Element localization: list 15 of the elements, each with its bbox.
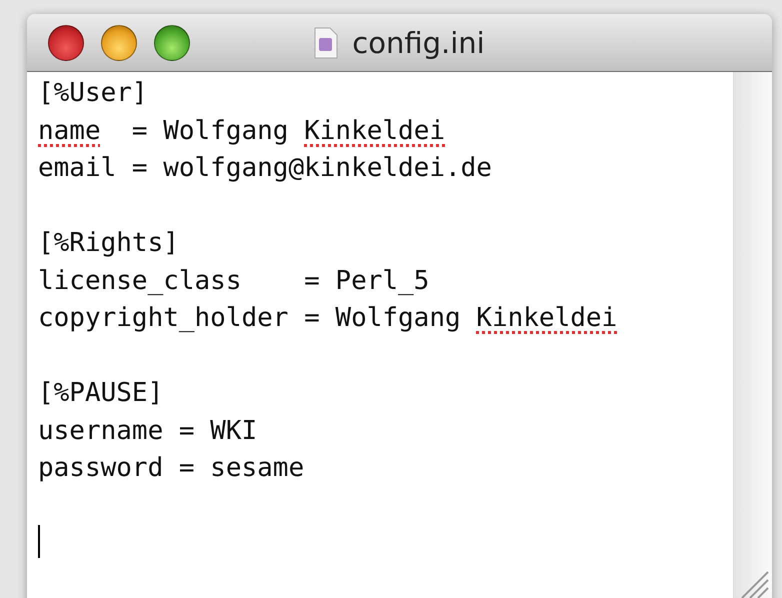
text-line: username = WKI [38, 414, 258, 448]
text-line: copyright_holder = Wolfgang Kinkeldei [38, 302, 618, 335]
text-line: email = wolfgang@kinkeldei.de [38, 152, 492, 185]
window-title: config.ini [352, 26, 485, 60]
close-button[interactable] [48, 25, 84, 61]
text-line: [%Rights] [38, 227, 179, 260]
text-line: name = Wolfgang Kinkeldei [38, 114, 446, 148]
zoom-button[interactable] [154, 25, 190, 61]
document-icon [314, 26, 338, 58]
minimize-button[interactable] [101, 25, 137, 61]
scrollbar-track[interactable] [733, 72, 772, 598]
text-line: [%PAUSE] [38, 377, 164, 410]
text-line: password = sesame [38, 452, 304, 485]
text-line: license_class = Perl_5 [38, 264, 430, 298]
text-line: [%User] [38, 77, 148, 110]
